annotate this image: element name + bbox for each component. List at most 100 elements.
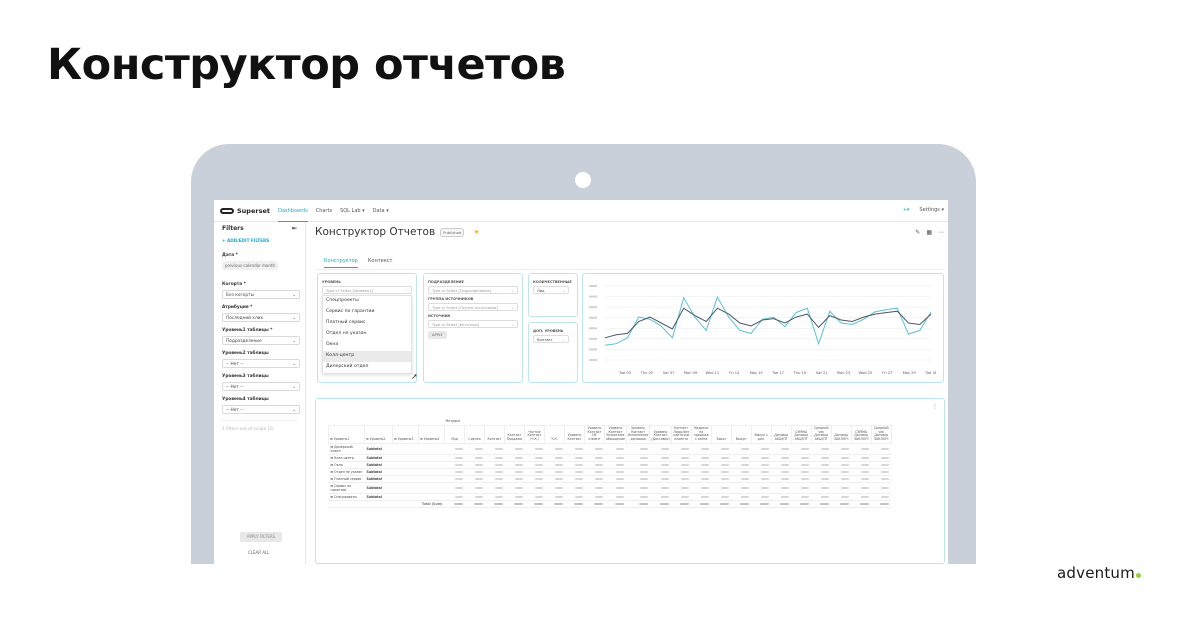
level-dropdown: Спецпроекты Сервис по гарантии Платный с… (322, 295, 412, 374)
column-header[interactable]: Средний чек Договор АКЦЕПТ (810, 424, 832, 444)
column-header[interactable]: СУММА Договор АКЦЕПТ (790, 424, 812, 444)
column-header[interactable]: Выкуп с доп. (750, 424, 772, 444)
table-cell (649, 468, 672, 476)
level-header-text: Уровень4 (423, 437, 440, 442)
row-label[interactable]: ⊞ Колл-центр (328, 454, 365, 462)
level-header-text: Уровень2 (369, 437, 386, 442)
dropdown-option[interactable]: Окна (323, 340, 411, 351)
filter-level3-select[interactable]: -- Нет -- ⌄ (222, 382, 300, 391)
nav-sql-lab[interactable]: SQL Lab ▾ (340, 208, 365, 214)
filter-attribution-select[interactable]: Последний клик ⌄ (222, 313, 300, 322)
favorite-star-icon[interactable]: ★ (473, 228, 479, 236)
row-label[interactable]: ⊞ Сервис по гарантии (328, 482, 365, 494)
level-header[interactable]: ⊞ Уровень1 (328, 424, 365, 444)
apply-button[interactable]: APPLY (428, 331, 447, 339)
column-header[interactable]: Уровень Контакт НЕ клиент (584, 424, 605, 444)
chevron-down-icon: ⌄ (510, 288, 514, 293)
table-cell (691, 482, 712, 494)
tab-constructor[interactable]: Конструктор (324, 258, 358, 268)
row-label[interactable]: ⊞ Платный сервис (328, 475, 365, 483)
nav-charts[interactable]: Charts (316, 208, 332, 214)
department-select[interactable]: Type or Select [Подразделение] ⌄ (428, 286, 518, 294)
table-cell (524, 475, 545, 483)
nav-data[interactable]: Data ▾ (373, 208, 389, 214)
source-group-select[interactable]: Type or Select [Группа источников] ⌄ (428, 303, 518, 311)
dropdown-option[interactable]: Дилерский отдел (323, 362, 411, 373)
source-select[interactable]: Type or Select [Источник] ⌄ (428, 320, 518, 328)
table-row: ⊞ Колл-центр Subtotal (328, 454, 892, 462)
dropdown-option-highlighted[interactable]: Колл-центр (323, 351, 411, 362)
table-cell (484, 468, 505, 476)
column-header[interactable]: Заказ (710, 424, 732, 444)
filter-level2-select[interactable]: -- Нет -- ⌄ (222, 359, 300, 368)
column-header[interactable]: Договор АКЦЕПТ (770, 424, 792, 444)
y-tick-label (589, 306, 597, 309)
total-cell (626, 500, 650, 508)
table-cell (604, 454, 627, 462)
level-select[interactable]: Type or Select [Уровень1] ⌃ (322, 286, 412, 294)
row-label[interactable]: ⊞ Отдел не указан (328, 468, 365, 476)
column-header[interactable]: Чистые Контакт (Ч.К.) (524, 424, 545, 444)
column-header[interactable]: Ч.К. (544, 424, 565, 444)
collapse-icon[interactable]: ⇤ (292, 225, 297, 232)
column-header[interactable]: Уровень Контакт Исполнение договора (625, 424, 651, 444)
row-label[interactable]: ⊞ Дилерский отдел (328, 443, 365, 455)
filter-cohort-select[interactable]: Без когорты ⌄ (222, 290, 300, 299)
column-header[interactable]: Контакт Продажи (504, 424, 525, 444)
column-header[interactable]: Выкуп (730, 424, 752, 444)
superset-logo[interactable]: Superset (220, 207, 270, 215)
table-cell (771, 493, 792, 501)
more-icon[interactable]: ⋮ (932, 403, 938, 410)
published-badge[interactable]: Published (440, 227, 465, 237)
table-cell (464, 468, 485, 476)
filter-level1-select[interactable]: Подразделение ⌄ (222, 336, 300, 345)
column-header[interactable]: СУММА Договор ЗАКЛЮЧ (850, 424, 872, 444)
column-header[interactable]: Контакт Лиды без карточки клиента (670, 424, 692, 444)
total-cell (544, 500, 565, 508)
column-header[interactable]: Надоело по продаже с сайта (690, 424, 712, 444)
column-header[interactable]: Средний чек Договор ЗАКЛЮЧ (870, 424, 892, 444)
table-cell (811, 454, 832, 462)
table-cell (771, 443, 792, 455)
metric-select[interactable]: Лид ⌄ (533, 286, 569, 294)
dropdown-option[interactable]: Спецпроекты (323, 296, 411, 307)
select-value: -- Нет -- (226, 407, 244, 413)
clear-all-button[interactable]: CLEAR ALL (248, 550, 270, 555)
more-icon[interactable]: ⋯ (938, 229, 944, 236)
table-cell (871, 454, 892, 462)
filter-level4-select[interactable]: -- Нет -- ⌄ (222, 405, 300, 414)
out-of-scope-toggle[interactable]: 1 filters out of scope (2) (222, 427, 297, 432)
add-filters-button[interactable]: + ADD/EDIT FILTERS (222, 238, 297, 243)
dropdown-option[interactable]: Сервис по гарантии (323, 307, 411, 318)
row-label[interactable]: ⊞ Спецпроекты (328, 493, 365, 501)
column-header[interactable]: Контакт (484, 424, 505, 444)
column-header[interactable]: Лид (444, 424, 465, 444)
table-cell (711, 482, 732, 494)
edit-icon[interactable]: ✎ (915, 229, 920, 236)
table-cell (584, 493, 605, 501)
row-label[interactable]: ⊞ Окна (328, 461, 365, 469)
table-cell (791, 482, 812, 494)
total-cell (831, 500, 852, 508)
column-header[interactable]: Договор ЗАКЛЮЧ (830, 424, 852, 444)
apply-filters-button[interactable]: APPLY FILTERS (240, 532, 282, 542)
settings-menu[interactable]: Settings ▾ (919, 207, 944, 213)
y-tick-label (589, 285, 597, 287)
calendar-icon[interactable]: ▦ (926, 229, 932, 236)
column-header[interactable]: Уровень Контакт Вторичное обращение (604, 424, 627, 444)
extra-level-select[interactable]: Контакт ⌄ (533, 335, 569, 343)
level-header[interactable]: ⊞ Уровень2 (364, 424, 393, 444)
dropdown-option[interactable]: Отдел не указан (323, 329, 411, 340)
column-header[interactable]: Сделка (464, 424, 485, 444)
dropdown-option[interactable]: Платный сервис (323, 318, 411, 329)
filter-date-value[interactable]: previous calendar month (222, 261, 279, 270)
level-header[interactable]: ⊞ Уровень4 (418, 424, 445, 444)
table-cell (464, 482, 485, 494)
column-header[interactable]: Уровень Контакт (564, 424, 585, 444)
level-header[interactable]: ⊞ Уровень3 (392, 424, 419, 444)
new-menu-button[interactable]: +▾ (903, 207, 910, 213)
nav-dashboards[interactable]: Dashboards (277, 208, 308, 222)
dashboard-title[interactable]: Конструктор Отчетов (315, 226, 435, 238)
tab-context[interactable]: Контекст (368, 258, 393, 268)
column-header[interactable]: Уровень Контакт (Доставки) (649, 424, 672, 444)
